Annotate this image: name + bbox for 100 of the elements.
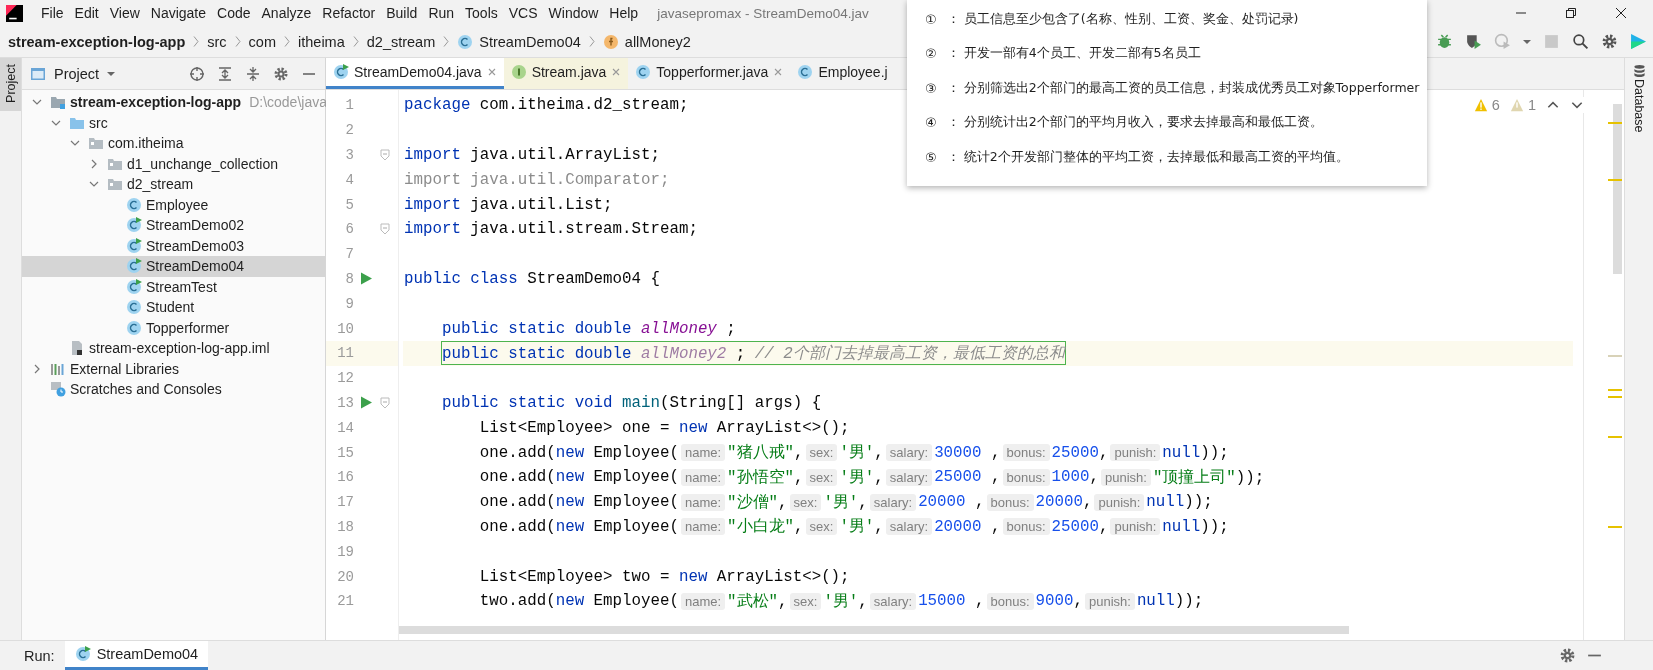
chevron-icon[interactable]	[32, 363, 42, 374]
menu-item[interactable]: Help	[603, 5, 644, 21]
code-text: List<Employee> one = new ArrayList<>();	[479, 418, 850, 437]
horizontal-scrollbar[interactable]	[399, 626, 1349, 634]
close-icon[interactable]	[1615, 7, 1627, 19]
tree-item[interactable]: StreamDemo02	[22, 215, 325, 236]
parameter-hint: name:	[680, 444, 726, 462]
tree-item[interactable]: Employee	[22, 194, 325, 215]
parameter-hint: salary:	[869, 592, 917, 610]
menu-item[interactable]: File	[35, 5, 69, 21]
parameter-hint: bonus:	[986, 493, 1034, 511]
breadcrumb[interactable]: src	[207, 33, 227, 50]
editor-tab[interactable]: StreamDemo04.java	[326, 58, 504, 89]
breadcrumb[interactable]: StreamDemo04	[479, 33, 581, 50]
clock-run-icon[interactable]	[1494, 33, 1511, 50]
tree-item[interactable]: StreamDemo04	[22, 256, 325, 277]
panel-title[interactable]: Project	[54, 65, 100, 82]
settings-icon[interactable]	[1601, 33, 1618, 50]
caret-icon[interactable]	[107, 69, 116, 78]
package-folder-icon	[88, 135, 104, 152]
line-number: 8	[344, 270, 354, 287]
line-number: 10	[336, 320, 354, 337]
menu-item[interactable]: Refactor	[316, 5, 381, 21]
line-number: 12	[336, 370, 354, 387]
tree-item[interactable]: stream-exception-log-app.iml	[22, 338, 325, 359]
menu-item[interactable]: View	[103, 5, 145, 21]
shield-run-icon[interactable]	[1465, 33, 1482, 50]
fold-icon[interactable]	[380, 223, 390, 236]
tree-item[interactable]: Scratches and Consoles	[22, 379, 325, 400]
code-text: List<Employee> two = new ArrayList<>();	[479, 567, 850, 586]
expand-all-icon[interactable]	[217, 65, 233, 82]
run-icon[interactable]	[360, 396, 372, 410]
editor-tab[interactable]: Stream.java	[503, 58, 629, 89]
caret-icon[interactable]	[1523, 37, 1531, 46]
fold-icon[interactable]	[380, 149, 390, 161]
tree-item[interactable]: StreamDemo03	[22, 235, 325, 256]
target-icon[interactable]	[189, 65, 205, 82]
breadcrumb[interactable]: d2_stream	[366, 33, 436, 50]
menu-item[interactable]: Run	[422, 5, 460, 21]
line-number: 5	[344, 196, 354, 213]
runnable-class-icon	[126, 217, 142, 234]
window-icon	[30, 65, 46, 82]
menu-item[interactable]: VCS	[502, 5, 543, 21]
code-text: one.add(new Employee(	[479, 443, 679, 462]
code-text: package com.itheima.d2_stream;	[404, 96, 689, 115]
warning-count: 6	[1491, 97, 1500, 113]
database-tool-tab[interactable]: Database	[1625, 58, 1653, 141]
menu-item[interactable]: Analyze	[255, 5, 317, 21]
code-text: public static double allMoney2 ; // 2个部门去掉最高工资，最低工资的总和	[441, 343, 1065, 364]
warning-icon[interactable]	[1473, 98, 1488, 112]
run-icon[interactable]	[360, 272, 372, 286]
tree-item[interactable]: stream-exception-log-app D:\code\java	[22, 92, 325, 113]
chevron-icon	[352, 35, 359, 48]
chevron-icon	[443, 35, 450, 48]
bug-icon[interactable]	[1436, 33, 1453, 50]
tree-item[interactable]: com.itheima	[22, 133, 325, 154]
code-text: 25000,	[1051, 517, 1109, 536]
code-text: 20000 ,	[918, 493, 985, 512]
editor-tab[interactable]: Employee.j	[790, 58, 895, 89]
code-text: 9000,	[1035, 592, 1083, 611]
menu-item[interactable]: Edit	[68, 5, 104, 21]
code-text: null));	[1136, 592, 1204, 611]
settings-icon[interactable]	[273, 65, 289, 82]
chevron-icon	[588, 35, 595, 48]
chevron-icon	[193, 35, 200, 48]
menu-item[interactable]: Code	[211, 5, 256, 21]
scratches-icon	[50, 381, 66, 398]
chevron-icon[interactable]	[89, 158, 99, 169]
tree-item[interactable]: Topperformer	[22, 317, 325, 338]
code-text: import java.util.ArrayList;	[404, 146, 660, 164]
project-tool-tab[interactable]: Project	[0, 58, 21, 111]
breadcrumb[interactable]: allMoney2	[624, 33, 691, 50]
search-icon[interactable]	[1572, 33, 1589, 50]
vertical-scrollbar[interactable]	[1613, 104, 1622, 274]
menu-item[interactable]: Window	[542, 5, 604, 21]
restore-icon[interactable]	[1565, 7, 1577, 19]
task-text: ： 统计2个开发部门整体的平均工资，去掉最低和最高工资的平均值。	[946, 148, 1349, 166]
toolbox-logo-icon[interactable]	[1630, 33, 1647, 50]
code-text: public class StreamDemo04 {	[404, 269, 660, 288]
editor-tab[interactable]: Topperformer.java	[628, 58, 791, 89]
breadcrumb[interactable]: itheima	[298, 33, 345, 50]
breadcrumb[interactable]: stream-exception-log-app	[8, 33, 186, 50]
runnable-class-icon	[126, 237, 142, 254]
run-tab[interactable]: StreamDemo04	[64, 641, 209, 670]
collapse-all-icon[interactable]	[245, 65, 261, 82]
tree-item[interactable]: d2_stream	[22, 174, 325, 195]
tree-item[interactable]: src	[22, 112, 325, 133]
fold-icon[interactable]	[380, 396, 390, 409]
settings-icon[interactable]	[1559, 647, 1576, 664]
breadcrumb[interactable]: com	[248, 33, 276, 50]
tree-item[interactable]: Student	[22, 297, 325, 318]
menu-item[interactable]: Build	[380, 5, 423, 21]
tree-item[interactable]: d1_unchange_collection	[22, 153, 325, 174]
code-text: 15000 ,	[918, 592, 985, 611]
menu-item[interactable]: Tools	[459, 5, 503, 21]
class-icon	[126, 319, 142, 336]
menu-item[interactable]: Navigate	[144, 5, 212, 21]
task-text: ： 分别统计出2个部门的平均月收入，要求去掉最高和最低工资。	[946, 114, 1323, 132]
tree-item[interactable]: External Libraries	[22, 358, 325, 379]
tree-item[interactable]: StreamTest	[22, 276, 325, 297]
